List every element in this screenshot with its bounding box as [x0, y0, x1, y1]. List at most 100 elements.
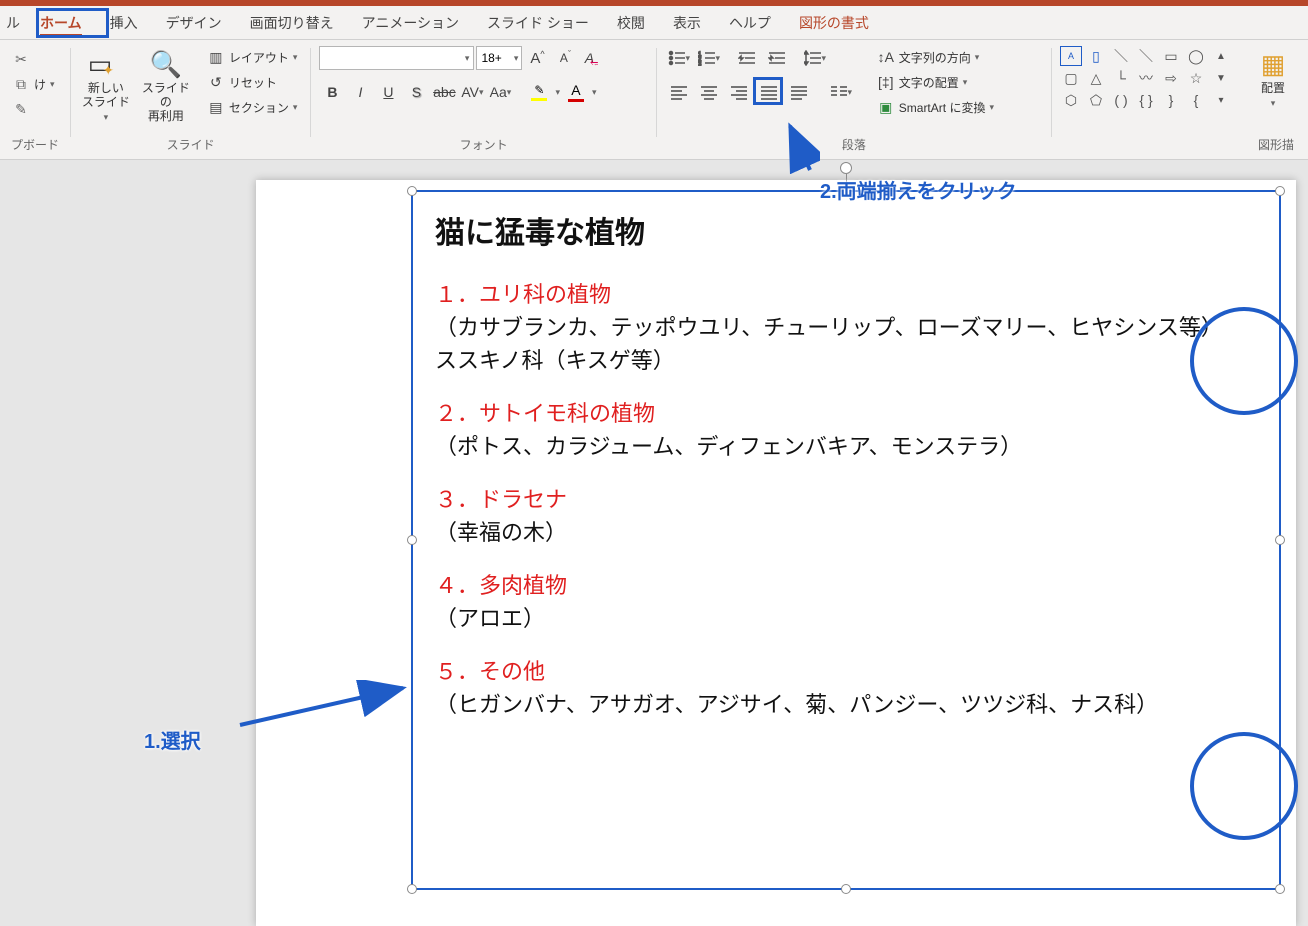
underline-button[interactable]: U	[375, 80, 401, 104]
group-drawing: A ▯ ＼ ＼ ▭ ◯ ▲ ▢ △ └ 〰 ⇨ ☆ ▼ ⬡ ⬠ ( ) { } …	[1052, 40, 1308, 159]
align-right-button[interactable]	[725, 80, 753, 104]
reset-button[interactable]: ↺リセット	[203, 71, 302, 93]
font-size-combo[interactable]: 18+ ▾	[476, 46, 522, 70]
shape-line2-icon[interactable]: ＼	[1135, 46, 1157, 66]
resize-handle-bl[interactable]	[407, 884, 417, 894]
resize-handle-bm[interactable]	[841, 884, 851, 894]
align-center-button[interactable]	[695, 80, 723, 104]
paintbrush-icon: ✎	[12, 100, 30, 118]
shape-vtextbox-icon[interactable]: ▯	[1085, 46, 1107, 66]
convert-smartart-button[interactable]: ▣SmartArt に変換▾	[873, 96, 998, 118]
resize-handle-tr[interactable]	[1275, 186, 1285, 196]
reuse-slides-button[interactable]: 🔍 スライドの 再利用	[139, 46, 193, 123]
chevron-down-icon[interactable]: ▾	[592, 87, 597, 98]
reuse-slides-label: スライドの 再利用	[139, 82, 193, 123]
shrink-font-button[interactable]: Aˇ	[552, 46, 578, 70]
clear-formatting-button[interactable]: A⭋	[580, 46, 606, 70]
ribbon: ✂ ⧉け▾ ✎ プボード ▭✦ 新しい スライド ▾ 🔍 スライドの 再利用 ▥…	[0, 40, 1308, 160]
arrange-button[interactable]: ▦ 配置 ▾	[1246, 46, 1300, 109]
shape-paren-icon[interactable]: ( )	[1110, 90, 1132, 110]
decrease-indent-button[interactable]	[733, 46, 761, 70]
gallery-more-icon[interactable]: ▾	[1210, 90, 1232, 110]
bold-button[interactable]: B	[319, 80, 345, 104]
tab-home[interactable]: ホーム	[26, 5, 96, 39]
gallery-up-icon[interactable]: ▲	[1210, 46, 1232, 66]
tab-insert[interactable]: 挿入	[96, 5, 152, 39]
shape-callout-icon[interactable]: {	[1185, 90, 1207, 110]
gallery-down-icon[interactable]: ▼	[1210, 68, 1232, 88]
increase-indent-button[interactable]	[763, 46, 791, 70]
tab-transitions[interactable]: 画面切り替え	[236, 5, 348, 39]
reset-label: リセット	[229, 74, 277, 91]
shape-star-icon[interactable]: ☆	[1185, 68, 1207, 88]
shape-textbox-icon[interactable]: A	[1060, 46, 1082, 66]
layout-icon: ▥	[207, 48, 225, 66]
justify-button[interactable]	[755, 80, 783, 104]
layout-button[interactable]: ▥レイアウト▾	[203, 46, 302, 68]
shape-elbow-icon[interactable]: └	[1110, 68, 1132, 88]
shape-oval-icon[interactable]: ◯	[1185, 46, 1207, 66]
new-slide-button[interactable]: ▭✦ 新しい スライド ▾	[79, 46, 133, 123]
tab-animations[interactable]: アニメーション	[348, 5, 473, 39]
shape-triangle-icon[interactable]: △	[1085, 68, 1107, 88]
shape-rect-icon[interactable]: ▭	[1160, 46, 1182, 66]
rotate-handle[interactable]	[840, 162, 852, 174]
bullets-button[interactable]: ▾	[665, 46, 693, 70]
shape-brace2-icon[interactable]: }	[1160, 90, 1182, 110]
tab-help[interactable]: ヘルプ	[715, 5, 785, 39]
section3-heading: ３．ドラセナ	[435, 487, 567, 512]
group-paragraph-label: 段落	[665, 136, 1043, 157]
strikethrough-button[interactable]: abc	[431, 80, 457, 104]
tab-review[interactable]: 校閲	[603, 5, 659, 39]
resize-handle-tl[interactable]	[407, 186, 417, 196]
distribute-button[interactable]	[785, 80, 813, 104]
annotation-highlight-justify	[753, 77, 783, 105]
font-name-combo[interactable]: ▾	[319, 46, 474, 70]
cut-button[interactable]: ✂	[8, 48, 59, 70]
shape-arrow-icon[interactable]: ⇨	[1160, 68, 1182, 88]
font-color-button[interactable]: A	[562, 80, 590, 104]
chevron-down-icon[interactable]: ▾	[555, 87, 560, 98]
section2-body: （ポトス、カラジューム、ディフェンバキア、モンステラ）	[435, 434, 1022, 459]
shape-roundrect-icon[interactable]: ▢	[1060, 68, 1082, 88]
tab-slideshow[interactable]: スライド ショー	[473, 5, 603, 39]
line-spacing-button[interactable]: ▾	[801, 46, 829, 70]
section-button[interactable]: ▤セクション▾	[203, 96, 302, 118]
text-direction-label: 文字列の方向	[899, 49, 971, 66]
format-painter-button[interactable]: ✎	[8, 98, 59, 120]
change-case-button[interactable]: Aa▾	[487, 80, 513, 104]
align-left-button[interactable]	[665, 80, 693, 104]
tab-design[interactable]: デザイン	[152, 5, 236, 39]
resize-handle-ml[interactable]	[407, 535, 417, 545]
grow-font-button[interactable]: A^	[524, 46, 550, 70]
resize-handle-mr[interactable]	[1275, 535, 1285, 545]
tab-shape-format[interactable]: 図形の書式	[785, 5, 883, 39]
selected-textbox[interactable]: 猫に猛毒な植物 １．ユリ科の植物 （カサブランカ、テッポウユリ、チューリップ、ロ…	[411, 190, 1281, 890]
shape-pent-icon[interactable]: ⬠	[1085, 90, 1107, 110]
tab-view[interactable]: 表示	[659, 5, 715, 39]
group-clipboard-label: プボード	[8, 136, 62, 157]
shapes-gallery[interactable]: A ▯ ＼ ＼ ▭ ◯ ▲ ▢ △ └ 〰 ⇨ ☆ ▼ ⬡ ⬠ ( ) { } …	[1060, 46, 1232, 110]
annotation-step1-label: 1.選択	[144, 725, 201, 754]
italic-button[interactable]: I	[347, 80, 373, 104]
highlight-icon: ✎	[534, 83, 544, 97]
align-text-button[interactable]: [‡]文字の配置▾	[873, 71, 998, 93]
shape-curve-icon[interactable]: 〰	[1135, 68, 1157, 88]
char-spacing-button[interactable]: AV▾	[459, 80, 485, 104]
shape-hex-icon[interactable]: ⬡	[1060, 90, 1082, 110]
text-shadow-button[interactable]: S	[403, 80, 429, 104]
new-slide-icon: ▭✦	[90, 48, 122, 80]
copy-button[interactable]: ⧉け▾	[8, 73, 59, 95]
slide-canvas[interactable]: 猫に猛毒な植物 １．ユリ科の植物 （カサブランカ、テッポウユリ、チューリップ、ロ…	[256, 180, 1296, 926]
text-direction-button[interactable]: ↕A文字列の方向▾	[873, 46, 998, 68]
resize-handle-tm[interactable]	[841, 186, 851, 196]
shape-brace-icon[interactable]: { }	[1135, 90, 1157, 110]
columns-button[interactable]: ▾	[827, 80, 855, 104]
numbering-button[interactable]: 123▾	[695, 46, 723, 70]
resize-handle-br[interactable]	[1275, 884, 1285, 894]
tab-file-stub[interactable]: ル	[0, 5, 26, 39]
group-font-label: フォント	[319, 136, 647, 157]
highlight-color-button[interactable]: ✎	[525, 80, 553, 104]
section-icon: ▤	[207, 98, 225, 116]
shape-line-icon[interactable]: ＼	[1110, 46, 1132, 66]
